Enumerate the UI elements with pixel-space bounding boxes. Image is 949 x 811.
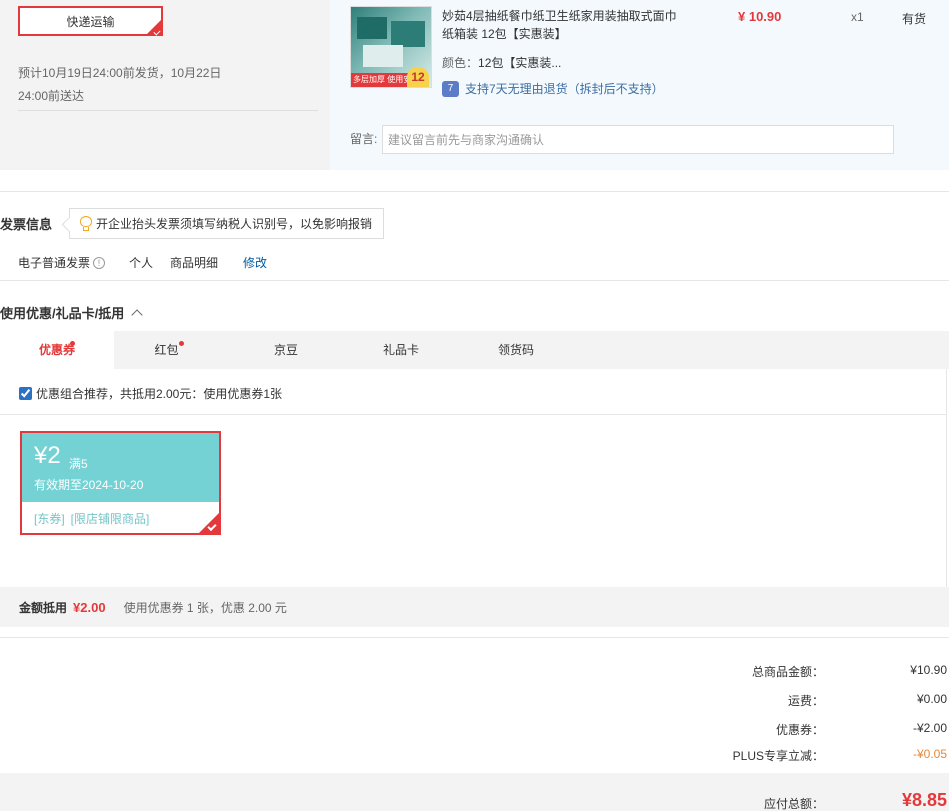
combo-recommend[interactable]: 优惠组合推荐，共抵用2.00元：使用优惠券1张 xyxy=(19,385,282,402)
tab-jingdou[interactable]: 京豆 xyxy=(241,331,331,369)
discount-section-title: 使用优惠/礼品卡/抵用 xyxy=(0,306,125,321)
invoice-tip-text: 开企业抬头发票须填写纳税人识别号，以免影响报销 xyxy=(96,217,373,231)
coupon-header: ¥2 满5 有效期至2024-10-20 xyxy=(22,433,219,502)
coupon-amount: ¥2 xyxy=(34,442,61,469)
deduction-summary: 金额抵用 ¥2.00 使用优惠券 1 张，优惠 2.00 元 xyxy=(0,587,949,627)
notification-dot xyxy=(70,341,75,346)
selected-check-icon xyxy=(199,513,219,533)
invoice-type: 电子普通发票 xyxy=(18,256,91,270)
invoice-edit-link[interactable]: 修改 xyxy=(243,254,267,271)
info-icon[interactable]: ! xyxy=(93,256,106,269)
spec-label: 颜色： xyxy=(442,56,479,70)
memo-input[interactable] xyxy=(382,125,894,154)
product-price: ¥ 10.90 xyxy=(738,9,782,24)
return-policy: 7 支持7天无理由退货（拆封后不支持） xyxy=(442,80,664,97)
product-name[interactable]: 妙茹4层抽纸餐巾纸卫生纸家用装抽取式面巾纸箱装 12包【实惠装】 xyxy=(442,7,687,43)
payable-label: 应付总额： xyxy=(763,797,824,811)
coupon-expiry: 有效期至2024-10-20 xyxy=(34,478,144,492)
tab-redeem-code[interactable]: 领货码 xyxy=(471,331,561,369)
deduction-amount: ¥2.00 xyxy=(73,599,106,615)
coupon-total-value: -¥2.00 xyxy=(912,721,947,735)
total-goods-label: 总商品金额： xyxy=(751,665,824,679)
plus-discount-label: PLUS专享立减： xyxy=(732,749,824,763)
spec-value: 12包【实惠装... xyxy=(478,56,562,70)
tab-label: 京豆 xyxy=(273,343,298,357)
payable-amount: ¥8.85 xyxy=(901,790,947,810)
invoice-holder: 个人 xyxy=(129,256,154,270)
coupon-card[interactable]: ¥2 满5 有效期至2024-10-20 [东券] [限店铺限商品] xyxy=(20,431,221,535)
product-image-tag: 多层加厚 使用安心 xyxy=(351,73,409,87)
tab-label: 红包 xyxy=(154,343,179,357)
product-spec: 颜色：12包【实惠装... xyxy=(442,54,561,71)
plus-discount-value: -¥0.05 xyxy=(912,747,947,761)
coupon-tags: [东券] [限店铺限商品] xyxy=(34,510,155,527)
selected-check-icon xyxy=(147,20,161,36)
lightbulb-icon xyxy=(80,216,92,231)
invoice-content: 商品明细 xyxy=(170,256,219,270)
discount-section-toggle[interactable]: 使用优惠/礼品卡/抵用 xyxy=(0,303,143,322)
deduction-desc: 使用优惠券 1 张，优惠 2.00 元 xyxy=(123,600,287,615)
product-quantity: x1 xyxy=(851,10,864,24)
tab-label: 礼品卡 xyxy=(382,343,419,357)
combo-text: 优惠组合推荐，共抵用2.00元：使用优惠券1张 xyxy=(36,387,283,401)
return-policy-text: 支持7天无理由退货（拆封后不支持） xyxy=(465,82,664,96)
coupon-total-label: 优惠券： xyxy=(775,723,824,737)
total-goods-value: ¥10.90 xyxy=(910,663,947,677)
memo-label: 留言: xyxy=(350,132,378,146)
shipping-method-button[interactable]: 快递运输 xyxy=(18,6,163,36)
seven-day-return-icon: 7 xyxy=(442,80,459,97)
deduction-label: 金额抵用 xyxy=(19,600,68,615)
freight-value: ¥0.00 xyxy=(916,692,947,706)
divider xyxy=(0,280,949,281)
divider xyxy=(0,637,949,638)
notification-dot xyxy=(179,341,184,346)
combo-checkbox[interactable] xyxy=(19,387,32,400)
delivery-estimate: 预计10月19日24:00前发货，10月22日24:00前送达 xyxy=(18,66,222,103)
coupon-tag: [限店铺限商品] xyxy=(70,512,150,526)
coupon-tag: [东券] xyxy=(34,512,65,526)
tab-coupon[interactable]: 优惠券 xyxy=(0,331,114,369)
invoice-title: 发票信息 xyxy=(0,217,53,232)
invoice-tip: 开企业抬头发票须填写纳税人识别号，以免影响报销 xyxy=(69,208,384,239)
product-image-badge: 12 xyxy=(407,67,429,87)
coupon-condition: 满5 xyxy=(69,457,88,471)
product-image[interactable]: 多层加厚 使用安心 12 xyxy=(350,6,432,88)
divider xyxy=(18,110,318,111)
chevron-up-icon xyxy=(131,309,143,321)
invoice-details: 电子普通发票 ! 个人 商品明细 修改 xyxy=(18,254,267,271)
tab-red-packet[interactable]: 红包 xyxy=(114,331,219,369)
stock-status: 有货 xyxy=(902,12,927,26)
tab-gift-card[interactable]: 礼品卡 xyxy=(356,331,446,369)
tab-label: 领货码 xyxy=(497,343,534,357)
shipping-method-label: 快递运输 xyxy=(66,14,115,29)
freight-label: 运费： xyxy=(787,694,824,708)
divider xyxy=(0,191,949,192)
discount-tabs: 优惠券 红包 京豆 礼品卡 领货码 xyxy=(0,331,949,369)
